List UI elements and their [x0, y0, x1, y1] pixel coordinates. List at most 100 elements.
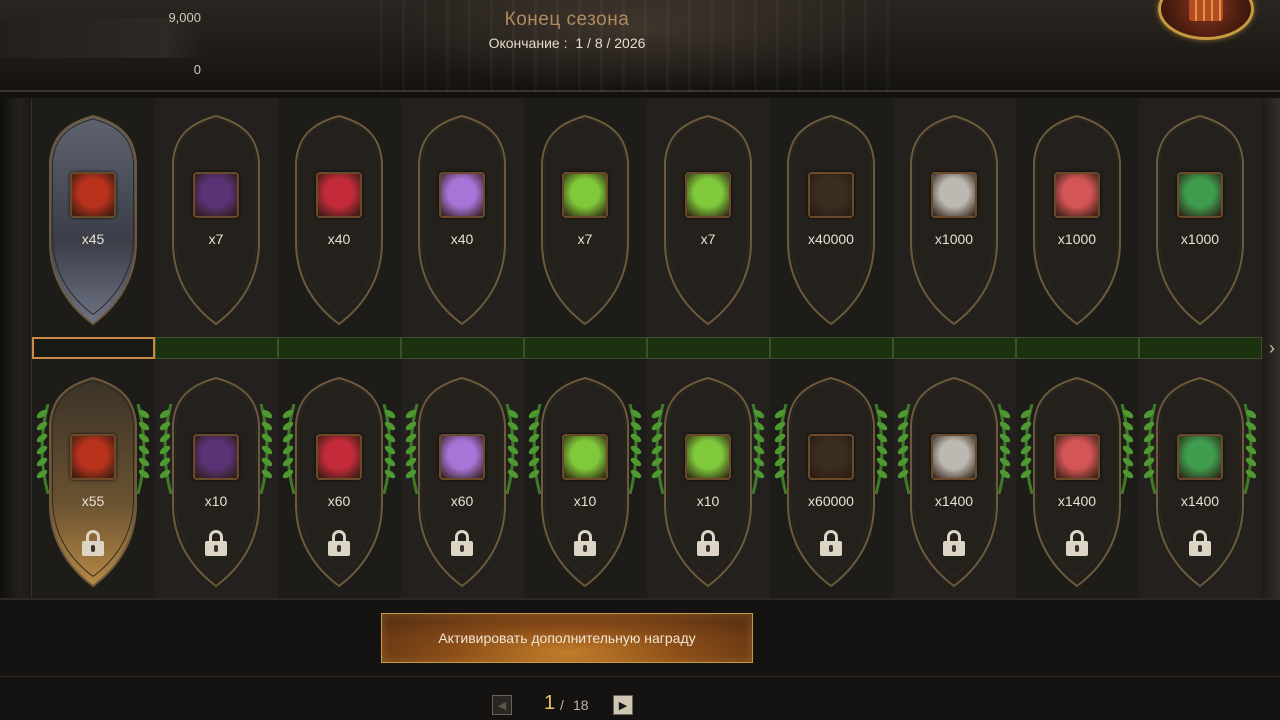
premium-reward-slot[interactable]: x10	[651, 376, 765, 590]
green-gem-icon[interactable]	[1177, 172, 1223, 218]
free-reward-slot[interactable]: x1000	[905, 114, 1003, 328]
purple-banner-icon[interactable]	[193, 434, 239, 480]
laurel-left-icon	[649, 404, 667, 494]
prev-page-button[interactable]: ◀	[492, 695, 512, 715]
season-end-value: 1 / 8 / 2026	[575, 35, 646, 51]
reward-quantity: x45	[81, 231, 105, 247]
free-reward-slot[interactable]: x45	[44, 114, 142, 328]
premium-reward-slot[interactable]: x1400	[897, 376, 1011, 590]
lock-icon	[205, 530, 227, 556]
premium-reward-slot[interactable]: x1400	[1143, 376, 1257, 590]
premium-reward-slot[interactable]: x60	[282, 376, 396, 590]
season-chest-icon[interactable]	[1158, 0, 1254, 40]
lock-icon	[328, 530, 350, 556]
progress-segment	[770, 337, 893, 359]
reward-quantity: x10	[204, 493, 228, 509]
violet-scroll-icon[interactable]	[439, 434, 485, 480]
progress-segment	[278, 337, 401, 359]
premium-reward-slot[interactable]: x55	[36, 376, 150, 590]
laurel-left-icon	[280, 404, 298, 494]
premium-reward-slot[interactable]: x60	[405, 376, 519, 590]
laurel-left-icon	[526, 404, 544, 494]
chevron-right-icon[interactable]: ›	[1269, 338, 1275, 359]
free-reward-slot[interactable]: x40	[290, 114, 388, 328]
progress-segment	[524, 337, 647, 359]
red-stone-icon[interactable]	[1054, 434, 1100, 480]
grey-stone-icon[interactable]	[931, 172, 977, 218]
green-gem-icon[interactable]	[1177, 434, 1223, 480]
red-stone-icon[interactable]	[1054, 172, 1100, 218]
reward-quantity: x10	[696, 493, 720, 509]
activate-premium-reward-button[interactable]: Активировать дополнительную награду	[381, 613, 753, 663]
free-reward-slot[interactable]: x40	[413, 114, 511, 328]
gold-bar-icon[interactable]	[808, 434, 854, 480]
red-chest-icon[interactable]	[70, 172, 116, 218]
reward-quantity: x1000	[1180, 231, 1220, 247]
progress-segment	[1016, 337, 1139, 359]
laurel-right-icon	[1241, 404, 1259, 494]
footer-divider	[0, 676, 1280, 677]
red-scroll-icon[interactable]	[316, 172, 362, 218]
free-reward-slot[interactable]: x1000	[1151, 114, 1249, 328]
progress-segment	[155, 337, 278, 359]
green-scroll-icon[interactable]	[562, 434, 608, 480]
lock-icon	[574, 530, 596, 556]
reward-quantity: x1400	[934, 493, 974, 509]
free-reward-slot[interactable]: x7	[659, 114, 757, 328]
lock-icon	[943, 530, 965, 556]
pagination: ◀ 1 / 18 ▶	[490, 692, 640, 718]
premium-reward-slot[interactable]: x1400	[1020, 376, 1134, 590]
premium-reward-slot[interactable]: x60000	[774, 376, 888, 590]
laurel-right-icon	[257, 404, 275, 494]
season-progress-bar	[32, 337, 1262, 359]
lock-icon	[697, 530, 719, 556]
laurel-right-icon	[1118, 404, 1136, 494]
green-scroll-icon[interactable]	[685, 434, 731, 480]
free-reward-slot[interactable]: x40000	[782, 114, 880, 328]
grey-stone-icon[interactable]	[931, 434, 977, 480]
violet-scroll-icon[interactable]	[439, 172, 485, 218]
laurel-left-icon	[403, 404, 421, 494]
gold-bar-icon[interactable]	[808, 172, 854, 218]
reward-quantity: x60000	[808, 493, 854, 509]
free-reward-slot[interactable]: x7	[536, 114, 634, 328]
green-scroll-icon[interactable]	[562, 172, 608, 218]
laurel-right-icon	[872, 404, 890, 494]
premium-reward-slot[interactable]: x10	[528, 376, 642, 590]
progress-segment	[893, 337, 1016, 359]
green-scroll-icon[interactable]	[685, 172, 731, 218]
reward-quantity: x1000	[934, 231, 974, 247]
total-pages: 18	[573, 697, 589, 713]
reward-quantity: x1400	[1180, 493, 1220, 509]
laurel-left-icon	[895, 404, 913, 494]
progress-segment	[32, 337, 155, 359]
laurel-right-icon	[503, 404, 521, 494]
reward-quantity: x40	[327, 231, 351, 247]
lock-icon	[1189, 530, 1211, 556]
laurel-left-icon	[1141, 404, 1159, 494]
red-chest-icon[interactable]	[70, 434, 116, 480]
reward-quantity: x60	[327, 493, 351, 509]
laurel-left-icon	[157, 404, 175, 494]
free-reward-slot[interactable]: x7	[167, 114, 265, 328]
current-page: 1	[544, 692, 556, 714]
progress-segment	[401, 337, 524, 359]
next-page-button[interactable]: ▶	[613, 695, 633, 715]
season-end-date: Окончание : 1 / 8 / 2026	[0, 35, 1134, 51]
laurel-left-icon	[34, 404, 52, 494]
reward-quantity: x60	[450, 493, 474, 509]
red-scroll-icon[interactable]	[316, 434, 362, 480]
laurel-right-icon	[749, 404, 767, 494]
premium-reward-slot[interactable]: x10	[159, 376, 273, 590]
reward-quantity: x7	[208, 231, 224, 247]
reward-quantity: x7	[700, 231, 716, 247]
laurel-right-icon	[380, 404, 398, 494]
lock-icon	[82, 530, 104, 556]
reward-quantity: x40	[450, 231, 474, 247]
progress-segment	[1139, 337, 1262, 359]
free-reward-slot[interactable]: x1000	[1028, 114, 1126, 328]
left-rail	[0, 98, 32, 598]
reward-quantity: x7	[577, 231, 593, 247]
laurel-right-icon	[995, 404, 1013, 494]
purple-banner-icon[interactable]	[193, 172, 239, 218]
